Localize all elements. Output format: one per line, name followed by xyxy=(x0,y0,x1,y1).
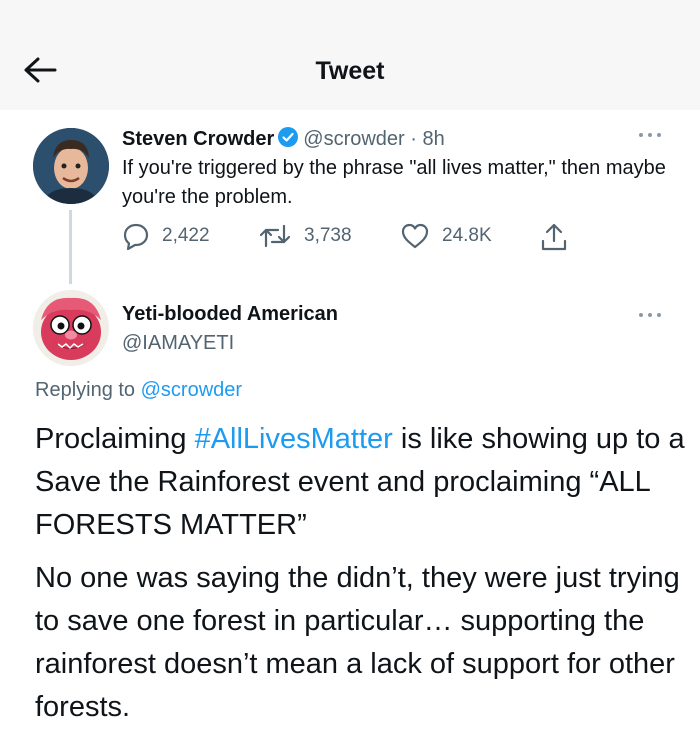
author-name[interactable]: Steven Crowder xyxy=(122,128,274,150)
reply-icon xyxy=(123,223,149,250)
tweet-paragraph: No one was saying the didn’t, they were … xyxy=(35,562,680,723)
avatar[interactable] xyxy=(33,290,109,366)
tweet-text: If you're triggered by the phrase "all l… xyxy=(122,157,666,208)
dot-separator: · xyxy=(404,128,423,150)
retweet-icon xyxy=(259,224,291,248)
author-name[interactable]: Yeti-blooded American xyxy=(122,303,338,326)
retweet-count: 3,738 xyxy=(304,225,352,246)
reply-count: 2,422 xyxy=(162,225,210,246)
tweet-paragraph: Proclaiming #AllLivesMatter is like show… xyxy=(35,418,685,547)
verified-badge-icon xyxy=(277,126,299,154)
paragraph-text: Proclaiming xyxy=(35,423,195,455)
top-bar: Tweet xyxy=(0,0,700,110)
like-button[interactable]: 24.8K xyxy=(400,222,492,250)
tweet-text: Proclaiming #AllLivesMatter is like show… xyxy=(35,418,685,729)
retweet-button[interactable]: 3,738 xyxy=(258,222,352,250)
page-title: Tweet xyxy=(315,57,385,85)
avatar[interactable] xyxy=(33,128,109,204)
thread-connector xyxy=(69,210,72,284)
author-handle[interactable]: @scrowder xyxy=(303,128,404,150)
more-options-icon[interactable] xyxy=(637,310,667,320)
replying-to: Replying to @scrowder xyxy=(35,379,242,402)
timestamp[interactable]: 8h xyxy=(422,128,444,150)
reply-button[interactable]: 2,422 xyxy=(122,222,210,250)
replying-to-link[interactable]: @scrowder xyxy=(141,379,242,401)
heart-icon xyxy=(401,223,429,249)
share-icon xyxy=(541,223,567,251)
replying-label: Replying to xyxy=(35,379,141,401)
hashtag-link[interactable]: #AllLivesMatter xyxy=(195,423,393,455)
like-count: 24.8K xyxy=(442,225,492,246)
author-handle[interactable]: @IAMAYETI xyxy=(122,332,234,355)
share-button[interactable] xyxy=(540,222,580,252)
more-options-icon[interactable] xyxy=(637,130,667,140)
tweet-header: Steven Crowder @scrowder · 8h xyxy=(122,126,445,154)
